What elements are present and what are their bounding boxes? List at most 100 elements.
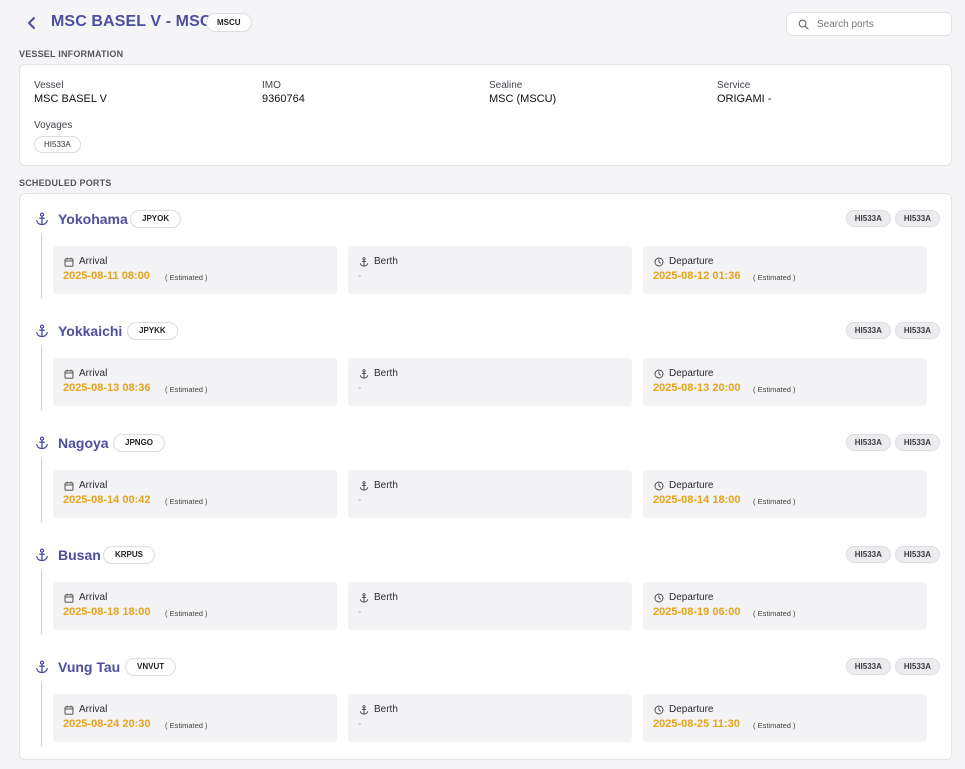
service-field: Service ORIGAMI - [717, 80, 771, 105]
berth-value: - [358, 271, 362, 282]
anchor-icon [359, 257, 369, 267]
arrival-estimated-note: ( Estimated ) [165, 609, 208, 618]
departure-estimated-note: ( Estimated ) [753, 497, 796, 506]
berth-box: Berth - [348, 358, 632, 406]
clock-icon [654, 257, 664, 267]
departure-box: Departure 2025-08-25 11:30 ( Estimated ) [643, 694, 927, 742]
sealine-badge: MSCU [206, 13, 252, 32]
arrival-estimated-note: ( Estimated ) [165, 721, 208, 730]
berth-label: Berth [374, 256, 398, 267]
port-voyage-chips: HI533A HI533A [845, 322, 940, 339]
vessel-value: MSC BASEL V [34, 93, 107, 105]
port-code-badge: JPNGO [113, 434, 166, 452]
vessel-field: Vessel MSC BASEL V [34, 80, 107, 105]
sealine-field: Sealine MSC (MSCU) [489, 80, 556, 105]
port-entry: Busan KRPUS HI533A HI533A Arrival 2025-0… [20, 530, 953, 642]
timeline-line [41, 458, 42, 522]
berth-label: Berth [374, 480, 398, 491]
arrival-box: Arrival 2025-08-24 20:30 ( Estimated ) [53, 694, 337, 742]
calendar-icon [64, 593, 74, 603]
timeline-line [41, 570, 42, 634]
anchor-icon [359, 481, 369, 491]
departure-label: Departure [669, 592, 714, 603]
anchor-icon [359, 369, 369, 379]
clock-icon [654, 369, 664, 379]
port-voyage-chips: HI533A HI533A [845, 658, 940, 675]
timeline-line [41, 346, 42, 410]
berth-box: Berth - [348, 246, 632, 294]
port-code-badge: JPYKK [127, 322, 178, 340]
voyage-chip[interactable]: HI533A [34, 136, 81, 153]
arrival-label: Arrival [79, 704, 108, 715]
anchor-icon [36, 436, 48, 450]
departure-box: Departure 2025-08-19 06:00 ( Estimated ) [643, 582, 927, 630]
port-voyage-chip[interactable]: HI533A [894, 434, 940, 451]
port-entry: Yokkaichi JPYKK HI533A HI533A Arrival 20… [20, 306, 953, 418]
calendar-icon [64, 705, 74, 715]
departure-time: 2025-08-13 20:00 [653, 382, 741, 394]
berth-value: - [358, 495, 362, 506]
port-voyage-chips: HI533A HI533A [845, 210, 940, 227]
berth-box: Berth - [348, 582, 632, 630]
arrival-time: 2025-08-18 18:00 [63, 606, 151, 618]
departure-estimated-note: ( Estimated ) [753, 273, 796, 282]
departure-time: 2025-08-19 06:00 [653, 606, 741, 618]
berth-box: Berth - [348, 470, 632, 518]
berth-value: - [358, 719, 362, 730]
arrival-time: 2025-08-13 08:36 [63, 382, 151, 394]
scheduled-ports-card: Yokohama JPYOK HI533A HI533A Arrival 202… [19, 193, 952, 760]
port-code-badge: VNVUT [125, 658, 177, 676]
departure-estimated-note: ( Estimated ) [753, 721, 796, 730]
berth-value: - [358, 607, 362, 618]
port-name[interactable]: Busan [58, 547, 101, 563]
calendar-icon [64, 481, 74, 491]
anchor-icon [359, 705, 369, 715]
search-icon [798, 19, 809, 30]
port-voyage-chip[interactable]: HI533A [894, 322, 940, 339]
search-input[interactable] [817, 16, 947, 33]
service-label: Service [717, 80, 751, 91]
port-voyage-chip[interactable]: HI533A [845, 546, 891, 563]
clock-icon [654, 481, 664, 491]
vessel-info-card: Vessel MSC BASEL V IMO 9360764 Sealine M… [19, 64, 952, 166]
arrival-label: Arrival [79, 368, 108, 379]
port-voyage-chip[interactable]: HI533A [894, 210, 940, 227]
port-name[interactable]: Yokohama [58, 211, 128, 227]
port-voyage-chip[interactable]: HI533A [845, 658, 891, 675]
search-box[interactable] [786, 12, 952, 36]
port-voyage-chip[interactable]: HI533A [845, 434, 891, 451]
arrival-label: Arrival [79, 480, 108, 491]
arrival-estimated-note: ( Estimated ) [165, 273, 208, 282]
port-code-badge: KRPUS [103, 546, 156, 564]
chevron-left-icon[interactable] [24, 14, 40, 32]
port-name[interactable]: Nagoya [58, 435, 109, 451]
departure-box: Departure 2025-08-14 18:00 ( Estimated ) [643, 470, 927, 518]
arrival-time: 2025-08-14 00:42 [63, 494, 151, 506]
port-entry: Nagoya JPNGO HI533A HI533A Arrival 2025-… [20, 418, 953, 530]
arrival-box: Arrival 2025-08-11 08:00 ( Estimated ) [53, 246, 337, 294]
timeline-line [41, 682, 42, 746]
port-voyage-chip[interactable]: HI533A [894, 546, 940, 563]
port-voyage-chip[interactable]: HI533A [845, 210, 891, 227]
port-voyage-chip[interactable]: HI533A [845, 322, 891, 339]
port-voyage-chip[interactable]: HI533A [894, 658, 940, 675]
port-entry: Vung Tau VNVUT HI533A HI533A Arrival 202… [20, 642, 953, 754]
vessel-label: Vessel [34, 80, 64, 91]
port-name[interactable]: Yokkaichi [58, 323, 122, 339]
port-code-badge: JPYOK [130, 210, 182, 228]
arrival-estimated-note: ( Estimated ) [165, 497, 208, 506]
departure-estimated-note: ( Estimated ) [753, 385, 796, 394]
anchor-icon [36, 324, 48, 338]
sealine-value: MSC (MSCU) [489, 93, 557, 105]
arrival-estimated-note: ( Estimated ) [165, 385, 208, 394]
berth-label: Berth [374, 368, 398, 379]
departure-estimated-note: ( Estimated ) [753, 609, 796, 618]
calendar-icon [64, 369, 74, 379]
berth-label: Berth [374, 704, 398, 715]
timeline-line [41, 234, 42, 298]
clock-icon [654, 593, 664, 603]
voyages-label: Voyages [34, 120, 73, 131]
port-name[interactable]: Vung Tau [58, 659, 120, 675]
departure-label: Departure [669, 480, 714, 491]
arrival-time: 2025-08-11 08:00 [63, 270, 150, 282]
